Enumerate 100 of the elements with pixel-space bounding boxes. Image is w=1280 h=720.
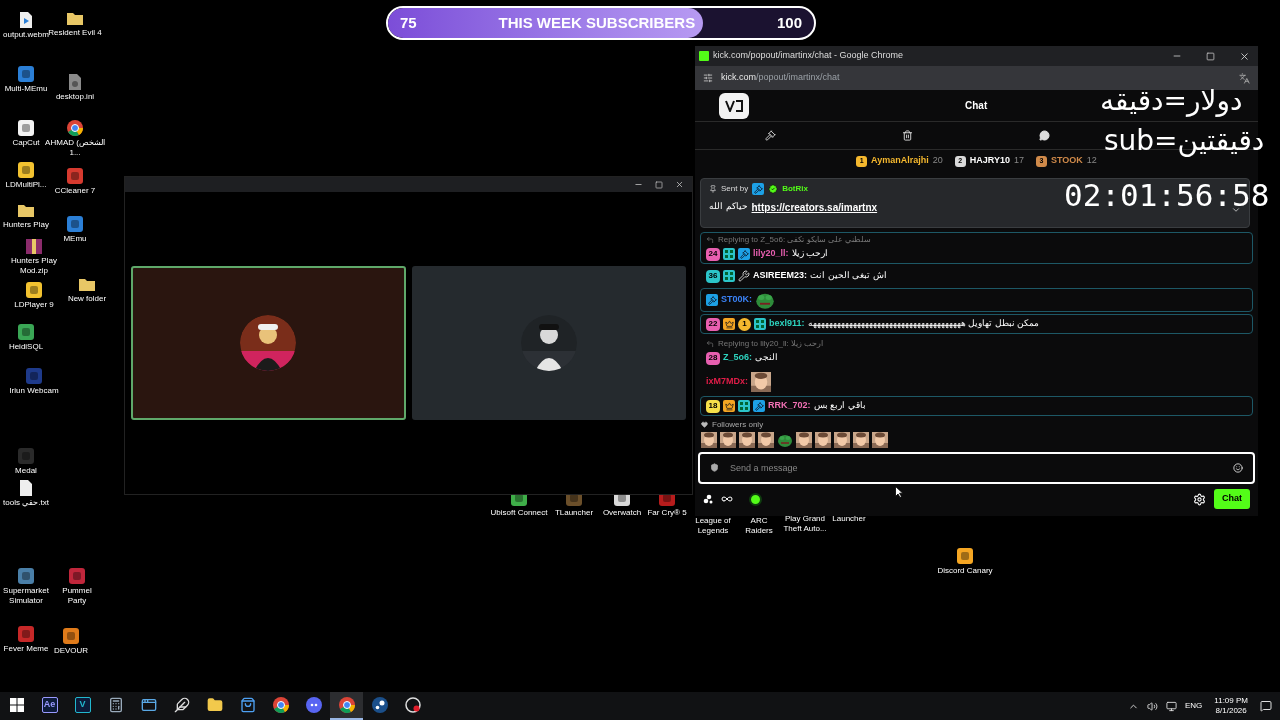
desktop-icon-label[interactable]: CapCut <box>12 138 40 148</box>
emoji-icon[interactable] <box>1233 463 1243 473</box>
desktop-icon-label[interactable]: Resident Evil 4 <box>48 28 102 38</box>
desktop-icon-label[interactable]: Medal <box>15 466 37 476</box>
desktop-icon-label[interactable]: Multi-MEmu <box>4 84 48 94</box>
window-title: kick.com/popout/imartinx/chat - Google Chrome <box>713 49 905 63</box>
og-badge-icon <box>723 248 735 260</box>
desktop-icon-label[interactable]: Hunters Play <box>3 220 49 230</box>
desktop-icon-label[interactable]: Pummel Party <box>53 586 101 606</box>
clock-date[interactable]: 8/1/2026 <box>1215 706 1247 716</box>
site-settings-icon[interactable] <box>703 73 713 83</box>
clock-time[interactable]: 11:09 PM <box>1214 696 1248 706</box>
desktop-icon-label[interactable]: LDPlayer 9 <box>14 300 54 310</box>
desktop-icon-label[interactable]: tools حقي.txt <box>3 498 49 508</box>
desktop-icon-label[interactable]: League of Legends <box>691 516 735 536</box>
close-icon[interactable] <box>1239 50 1250 62</box>
desktop-icon-label[interactable]: Supermarket Simulator <box>1 586 51 606</box>
feather-icon[interactable] <box>173 697 190 713</box>
volume-icon[interactable] <box>1147 700 1158 712</box>
desktop-icon-label[interactable]: ARC Raiders <box>737 516 781 536</box>
settings-icon[interactable] <box>1193 492 1206 506</box>
subscriber-badge: 18 <box>706 399 720 413</box>
desktop-icon-label[interactable]: New folder <box>67 294 107 304</box>
desktop-icon-label[interactable]: Fever Meme <box>3 644 49 654</box>
language-indicator[interactable]: ENG <box>1185 700 1203 712</box>
app-taskbar-icon[interactable]: V <box>74 697 91 713</box>
close-icon[interactable] <box>675 180 684 189</box>
desktop-icon-label[interactable]: TLauncher <box>554 508 594 518</box>
record-icon[interactable] <box>404 697 421 713</box>
overlay-text: sub=دقيقتين <box>1104 126 1265 156</box>
app-taskbar-icon[interactable]: Ae <box>41 697 58 713</box>
pinned-label: Sent by <box>721 183 749 195</box>
notification-icon[interactable] <box>1260 700 1272 712</box>
cursor-icon <box>895 486 903 498</box>
desktop-icon-label[interactable]: HeidiSQL <box>8 342 44 352</box>
participant-tile[interactable] <box>131 266 406 420</box>
send-chat-button[interactable]: Chat <box>1214 489 1250 509</box>
chat-username[interactable]: RRK_702: <box>768 399 811 413</box>
translate-icon[interactable] <box>1239 72 1250 84</box>
desktop-icon-label[interactable]: Far Cry® 5 <box>647 508 687 518</box>
desktop-icon-label[interactable]: Play Grand Theft Auto... <box>783 514 827 534</box>
participant-tile[interactable] <box>411 266 686 420</box>
taskbar-button[interactable]: V <box>66 692 99 720</box>
chat-username[interactable]: ST00K: <box>721 293 752 307</box>
steam-icon[interactable] <box>371 697 388 713</box>
desktop-icon-label[interactable]: Launcher <box>832 514 866 524</box>
reply-preview: Replying to lily20_ll: ارحب زيلا <box>718 338 824 350</box>
archive-icon <box>25 237 43 255</box>
taskbar-button[interactable] <box>330 692 363 720</box>
settings-file-icon <box>67 73 83 91</box>
chat-username[interactable]: bexl911: <box>769 317 805 331</box>
folder-icon[interactable] <box>206 697 223 713</box>
chat-username[interactable]: ixM7MDx: <box>706 375 748 389</box>
subscriber-badge: 36 <box>706 269 720 283</box>
window-icon[interactable] <box>140 697 157 713</box>
kick-logo-icon <box>699 51 709 61</box>
maximize-icon[interactable] <box>655 180 663 189</box>
trash-icon[interactable] <box>902 130 913 141</box>
desktop-icon-label[interactable]: Overwatch <box>602 508 642 518</box>
desktop-icon-label[interactable]: Discord Canary <box>937 566 993 576</box>
chat-bubble-icon[interactable] <box>1039 130 1050 141</box>
infinity-icon[interactable] <box>721 493 733 505</box>
channel-logo-icon[interactable] <box>719 92 749 119</box>
subscriber-badge: 28 <box>706 351 720 365</box>
desktop-icon-label[interactable]: CCleaner 7 <box>54 186 96 196</box>
discord-icon[interactable] <box>305 697 322 713</box>
gavel-icon[interactable] <box>765 130 776 141</box>
crown-badge-icon <box>723 400 735 412</box>
store-icon[interactable] <box>239 697 256 713</box>
desktop-icon-label[interactable]: AHMAD (الشخص 1... <box>44 138 106 158</box>
moderator-badge-icon <box>706 294 718 306</box>
chrome-icon <box>66 119 84 137</box>
maximize-icon[interactable] <box>1206 51 1215 61</box>
message-input-field[interactable]: Send a message <box>698 452 1255 484</box>
desktop-icon-label[interactable]: Ubisoft Connect <box>490 508 548 518</box>
windows-start-icon[interactable] <box>9 698 24 712</box>
desktop-icon-label[interactable]: LDMultiPl... <box>5 180 47 190</box>
desktop-icon-label[interactable]: DEVOUR <box>53 646 89 656</box>
desktop-icon-label[interactable]: output.webm <box>3 30 49 40</box>
expand-icon[interactable] <box>1231 205 1241 215</box>
chat-username[interactable]: lily20_ll: <box>753 247 789 261</box>
leaderboard-count: 12 <box>1086 154 1097 168</box>
chat-message-text: ارحب زيلا <box>791 247 829 261</box>
network-icon[interactable] <box>1166 700 1177 712</box>
wrench-badge-icon <box>738 270 750 282</box>
desktop-icon-label[interactable]: MEmu <box>63 234 87 244</box>
taskbar-button[interactable]: Ae <box>33 692 66 720</box>
pinned-link[interactable]: https://creators.sa/imartnx <box>751 199 878 215</box>
goal-title: THIS WEEK SUBSCRIBERS <box>498 12 696 33</box>
chat-username[interactable]: ASIREEM23: <box>753 269 807 283</box>
calculator-icon[interactable] <box>107 697 124 713</box>
desktop-icon-label[interactable]: Iriun Webcam <box>9 386 59 396</box>
desktop-icon-label[interactable]: desktop.ini <box>55 92 95 102</box>
subscriber-badge: 24 <box>706 247 720 261</box>
kick-coin-icon[interactable] <box>749 492 762 506</box>
chat-message-text: باقي اربع بس <box>813 399 866 413</box>
chat-username[interactable]: Z_5o6: <box>723 351 752 365</box>
points-icon[interactable] <box>703 494 713 504</box>
desktop-icon-label[interactable]: Hunters Play Mod.zip <box>3 256 65 276</box>
crown-badge-icon <box>723 318 735 330</box>
